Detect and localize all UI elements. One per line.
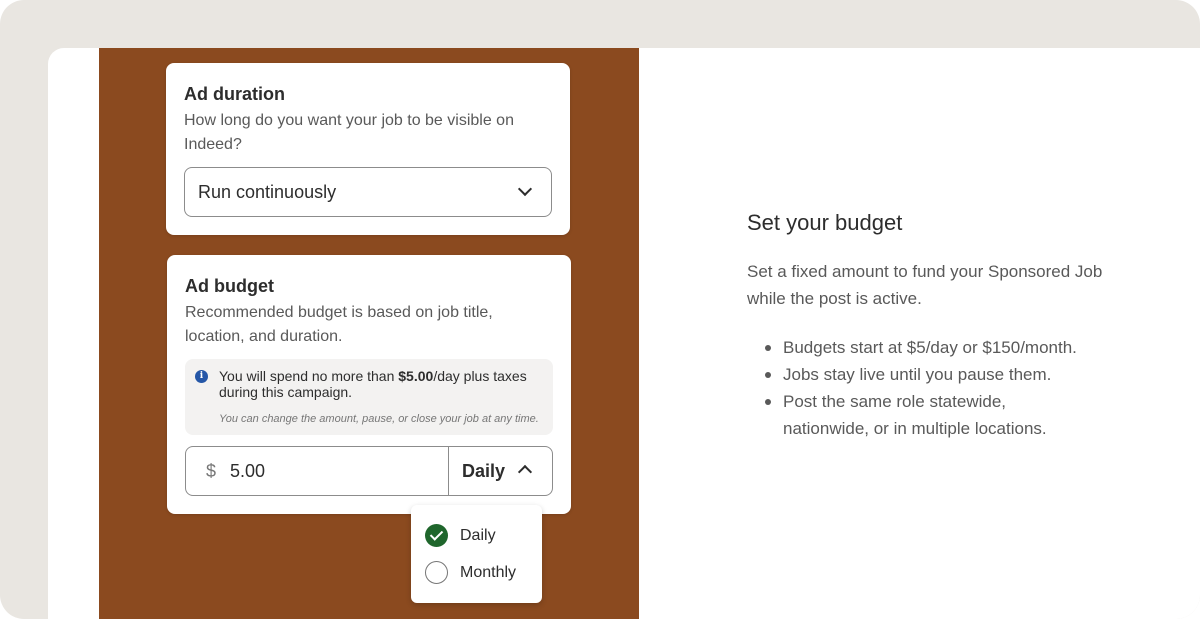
ad-duration-select[interactable]: Run continuously [184,167,552,217]
chevron-down-icon [517,181,533,197]
radio-checked-icon [425,524,448,547]
budget-amount-field[interactable]: $ 5.00 Daily [185,446,553,496]
list-item: Post the same role statewide, nationwide… [765,388,1055,442]
budget-notice-hint: You can change the amount, pause, or clo… [219,413,539,425]
ad-duration-title: Ad duration [184,84,285,104]
budget-notice: i You will spend no more than $5.00/day … [185,359,553,435]
chevron-up-icon [517,464,533,480]
outer-frame: Ad duration How long do you want your jo… [0,0,1200,619]
ad-duration-description: How long do you want your job to be visi… [184,112,514,153]
ad-budget-card: Ad budget Recommended budget is based on… [167,255,571,514]
period-option-daily[interactable]: Daily [425,524,535,548]
period-option-monthly[interactable]: Monthly [425,561,535,585]
list-item: Budgets start at $5/day or $150/month. [765,334,1145,361]
list-item: Jobs stay live until you pause them. [765,361,1145,388]
ad-duration-selected-value: Run continuously [198,182,337,202]
ad-duration-card: Ad duration How long do you want your jo… [166,63,570,235]
budget-notice-text: You will spend no more than $5.00/day pl… [219,368,527,400]
budget-period-selected: Daily [462,461,506,481]
currency-symbol: $ [206,461,217,481]
info-icon: i [195,370,208,383]
radio-unchecked-icon [425,561,448,584]
budget-period-select[interactable]: Daily [449,447,552,495]
budget-amount-input[interactable]: 5.00 [230,461,265,482]
info-description: Set a fixed amount to fund your Sponsore… [747,262,1103,308]
ad-budget-title: Ad budget [185,276,274,296]
ad-budget-description: Recommended budget is based on job title… [185,304,493,345]
info-title: Set your budget [747,210,903,235]
budget-period-dropdown: Daily Monthly [411,505,542,603]
period-option-label: Daily [460,527,496,544]
info-bullet-list: Budgets start at $5/day or $150/month. J… [765,334,1145,442]
period-option-label: Monthly [460,564,517,581]
